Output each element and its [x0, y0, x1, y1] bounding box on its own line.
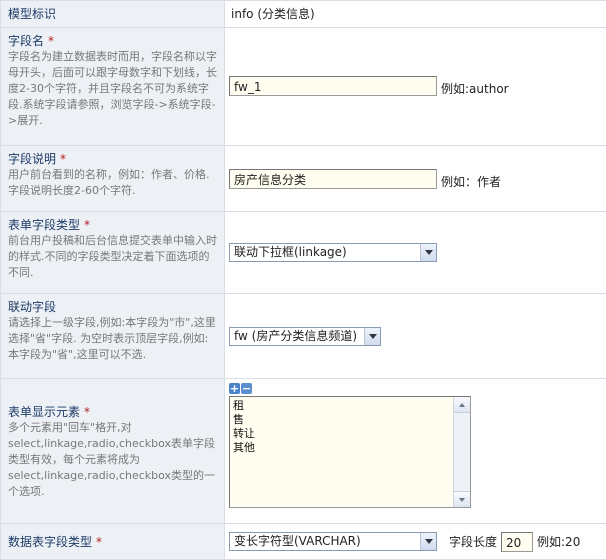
field-name-label-cell: 字段名 * 字段名为建立数据表时而用，字段名称以字母开头，后面可以跟字母数字和下划… — [1, 28, 225, 146]
row-model-id: 模型标识 info (分类信息) — [1, 1, 606, 28]
chevron-down-icon[interactable] — [420, 244, 436, 261]
db-type-input-cell: 变长字符型(VARCHAR) 字段长度 20 例如:20 — [225, 524, 606, 560]
row-field-desc: 字段说明* 用户前台看到的名称，例如：作者、价格.字段说明长度2-60个字符. … — [1, 146, 606, 212]
minus-icon[interactable]: − — [241, 383, 252, 394]
model-id-value: info (分类信息) — [229, 5, 602, 23]
db-type-select[interactable]: 变长字符型(VARCHAR) — [229, 532, 437, 551]
linked-field-select-cell: fw (房产分类信息频道) — [225, 294, 606, 379]
row-display-elements: 表单显示元素 * 多个元素用"回车"格开,对select,linkage,radi… — [1, 379, 606, 524]
row-field-name: 字段名 * 字段名为建立数据表时而用，字段名称以字母开头，后面可以跟字母数字和下划… — [1, 28, 606, 146]
db-type-label-cell: 数据表字段类型 * — [1, 524, 225, 560]
required-mark: * — [48, 34, 54, 48]
form-type-select[interactable]: 联动下拉框(linkage) — [229, 243, 437, 262]
form-type-select-cell: 联动下拉框(linkage) — [225, 212, 606, 294]
linked-field-selected-value: fw (房产分类信息频道) — [230, 328, 364, 345]
model-id-label-cell: 模型标识 — [1, 1, 225, 28]
form-type-label-cell: 表单字段类型 * 前台用户投稿和后台信息提交表单中输入时的样式.不同的字段类型决定… — [1, 212, 225, 294]
field-desc-hint: 例如：作者 — [441, 173, 501, 190]
linked-field-label: 联动字段 — [8, 300, 56, 314]
form-type-selected-value: 联动下拉框(linkage) — [230, 244, 420, 261]
row-linked-field: 联动字段 请选择上一级字段,例如:本字段为"市",这里选择"省"字段. 为空时表… — [1, 294, 606, 379]
db-type-label: 数据表字段类型 — [8, 535, 92, 549]
required-mark: * — [60, 152, 66, 166]
display-elements-text: 租 售 转让 其他 — [230, 397, 453, 507]
field-form-table: 模型标识 info (分类信息) 字段名 * 字段名为建立数据表时而用，字段名称以… — [0, 0, 606, 560]
form-type-desc: 前台用户投稿和后台信息提交表单中输入时的样式.不同的字段类型决定着下面选项的不同… — [8, 233, 217, 281]
display-elements-label-cell: 表单显示元素 * 多个元素用"回车"格开,对select,linkage,radi… — [1, 379, 225, 524]
field-name-label: 字段名 — [8, 34, 44, 48]
linked-field-label-cell: 联动字段 请选择上一级字段,例如:本字段为"市",这里选择"省"字段. 为空时表… — [1, 294, 225, 379]
plus-icon[interactable]: + — [229, 383, 240, 394]
row-form-type: 表单字段类型 * 前台用户投稿和后台信息提交表单中输入时的样式.不同的字段类型决定… — [1, 212, 606, 294]
required-mark: * — [84, 218, 90, 232]
model-id-value-cell: info (分类信息) — [225, 1, 606, 28]
field-desc-input-cell: 房产信息分类 例如：作者 — [225, 146, 606, 212]
field-desc-label: 字段说明 — [8, 152, 56, 166]
scroll-up-icon[interactable] — [454, 397, 470, 413]
field-desc-desc: 用户前台看到的名称，例如：作者、价格.字段说明长度2-60个字符. — [8, 167, 217, 199]
db-type-selected-value: 变长字符型(VARCHAR) — [230, 533, 420, 550]
display-elements-label: 表单显示元素 — [8, 405, 80, 419]
required-mark: * — [96, 535, 102, 549]
field-length-input[interactable]: 20 — [501, 532, 533, 552]
chevron-down-icon[interactable] — [364, 328, 380, 345]
field-desc-input[interactable]: 房产信息分类 — [229, 169, 437, 189]
required-mark: * — [84, 405, 90, 419]
display-elements-desc: 多个元素用"回车"格开,对select,linkage,radio,checkb… — [8, 420, 217, 500]
field-name-hint: 例如:author — [441, 80, 509, 97]
chevron-down-icon[interactable] — [420, 533, 436, 550]
field-name-input-cell: fw_1 例如:author — [225, 28, 606, 146]
linked-field-select[interactable]: fw (房产分类信息频道) — [229, 327, 381, 346]
resize-controls: + − — [229, 383, 602, 394]
row-db-type: 数据表字段类型 * 变长字符型(VARCHAR) 字段长度 20 例如:20 — [1, 524, 606, 560]
field-name-desc: 字段名为建立数据表时而用，字段名称以字母开头，后面可以跟字母数字和下划线，长度2… — [8, 49, 217, 129]
display-elements-textarea[interactable]: 租 售 转让 其他 — [229, 396, 471, 508]
scroll-down-icon[interactable] — [454, 491, 470, 507]
model-id-label: 模型标识 — [8, 6, 217, 22]
textarea-scrollbar[interactable] — [453, 397, 470, 507]
field-length-hint: 例如:20 — [537, 533, 580, 550]
field-desc-label-cell: 字段说明 * 用户前台看到的名称，例如：作者、价格.字段说明长度2-60个字符. — [1, 146, 225, 212]
field-length-label: 字段长度 — [449, 533, 497, 550]
field-name-input[interactable]: fw_1 — [229, 76, 437, 96]
linked-field-desc: 请选择上一级字段,例如:本字段为"市",这里选择"省"字段. 为空时表示顶层字段… — [8, 315, 217, 363]
form-type-label: 表单字段类型 — [8, 218, 80, 232]
display-elements-input-cell: + − 租 售 转让 其他 — [225, 379, 606, 524]
